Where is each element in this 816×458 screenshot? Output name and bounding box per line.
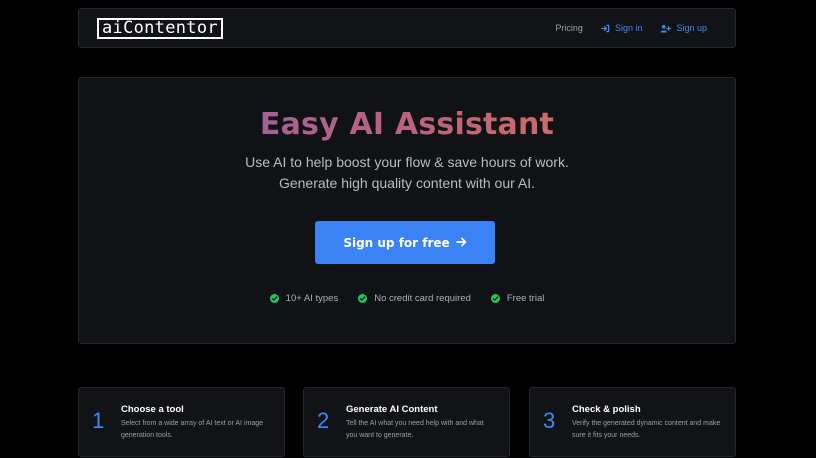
step-title: Generate AI Content xyxy=(346,404,438,415)
nav-sign-in-label: Sign in xyxy=(614,23,643,33)
feature-list: 10+ AI types No credit card required Fre… xyxy=(79,293,735,304)
nav-pricing-label: Pricing xyxy=(555,23,583,33)
sign-in-icon xyxy=(601,24,610,33)
step-number: 1 xyxy=(92,408,105,433)
check-circle-icon xyxy=(358,294,368,303)
feature-label: No credit card required xyxy=(374,293,471,304)
feature-label: Free trial xyxy=(506,293,545,304)
feature-item: No credit card required xyxy=(358,293,471,304)
arrow-right-icon xyxy=(455,236,467,250)
nav-sign-up-link[interactable]: Sign up xyxy=(660,23,707,33)
hero-subtitle: Use AI to help boost your flow & save ho… xyxy=(245,154,569,191)
step-card-3: 3 Check & polish Verify the generated dy… xyxy=(529,387,736,457)
hero-title: Easy AI Assistant xyxy=(79,107,735,142)
navbar: aiContentor Pricing Sign in Sign up xyxy=(78,8,736,48)
step-title: Choose a tool xyxy=(121,404,184,415)
step-number: 3 xyxy=(543,408,556,433)
step-number: 2 xyxy=(317,408,330,433)
step-description: Select from a wide array of AI text or A… xyxy=(121,420,264,439)
page: aiContentor Pricing Sign in Sign up Easy… xyxy=(0,0,816,458)
nav-sign-up-label: Sign up xyxy=(676,23,707,33)
step-title: Check & polish xyxy=(572,404,641,415)
step-description: Verify the generated dynamic content and… xyxy=(572,420,721,439)
hero-section: Easy AI Assistant Use AI to help boost y… xyxy=(78,77,736,344)
step-card-2: 2 Generate AI Content Tell the AI what y… xyxy=(303,387,510,457)
user-plus-icon xyxy=(660,24,672,33)
nav-links: Pricing Sign in Sign up xyxy=(555,9,707,47)
check-circle-icon xyxy=(269,294,279,303)
sign-up-free-button[interactable]: Sign up for free xyxy=(315,221,495,264)
logo[interactable]: aiContentor xyxy=(97,18,223,39)
nav-sign-in-link[interactable]: Sign in xyxy=(601,23,643,33)
nav-pricing-link[interactable]: Pricing xyxy=(555,23,583,33)
step-card-1: 1 Choose a tool Select from a wide array… xyxy=(78,387,285,457)
feature-label: 10+ AI types xyxy=(285,293,339,304)
feature-item: 10+ AI types xyxy=(269,293,339,304)
cta-label: Sign up for free xyxy=(343,235,450,250)
step-description: Tell the AI what you need help with and … xyxy=(346,420,484,439)
feature-item: Free trial xyxy=(490,293,545,304)
check-circle-icon xyxy=(490,294,500,303)
